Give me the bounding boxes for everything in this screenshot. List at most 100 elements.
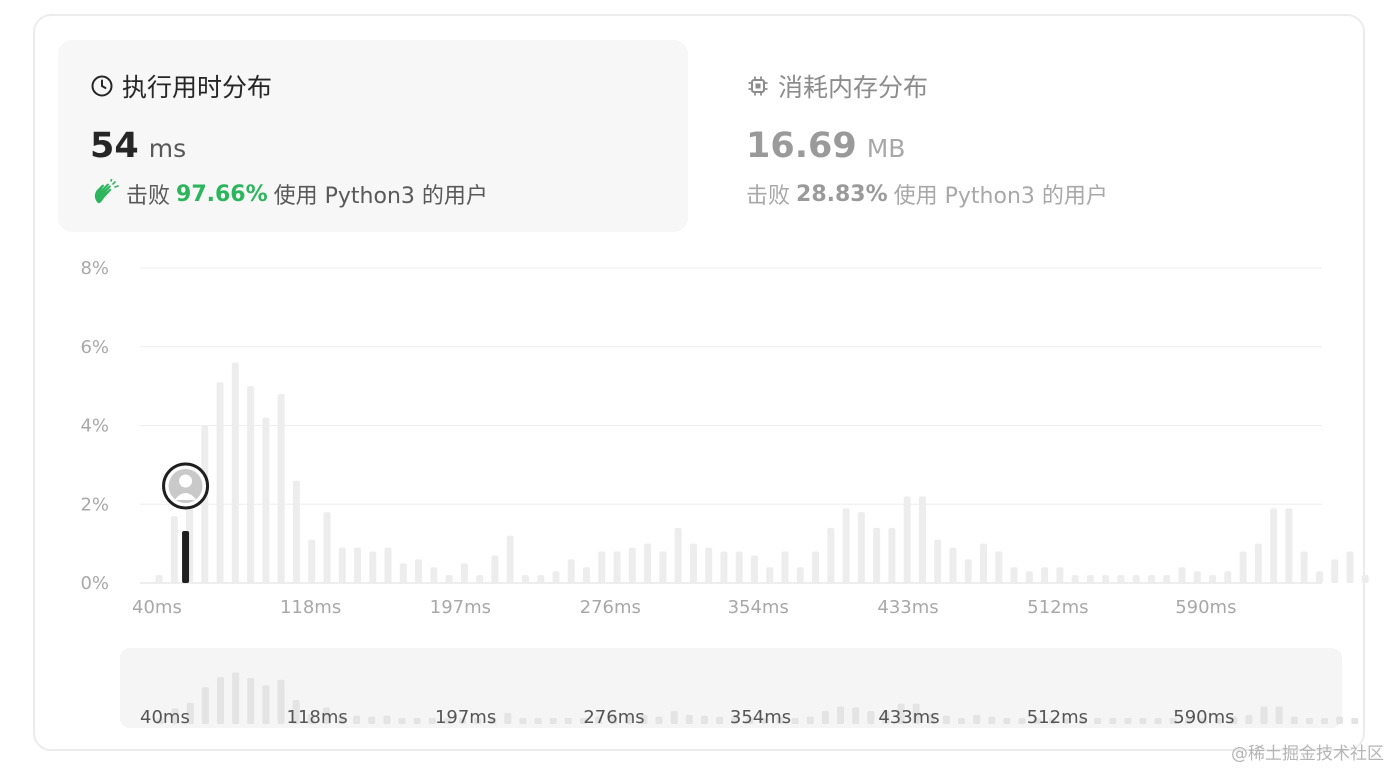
histogram-bar[interactable] xyxy=(628,547,636,583)
brush-bar xyxy=(1245,714,1253,724)
histogram-bar[interactable] xyxy=(415,559,423,583)
avatar-icon[interactable] xyxy=(162,462,210,510)
y-tick-label: 2% xyxy=(80,494,109,515)
histogram-bar[interactable] xyxy=(1071,575,1079,583)
histogram-bar[interactable] xyxy=(399,563,407,583)
histogram-bar[interactable] xyxy=(170,516,178,583)
histogram-bar[interactable] xyxy=(1331,559,1339,583)
histogram-bar[interactable] xyxy=(1270,508,1278,583)
histogram-bar[interactable] xyxy=(842,508,850,583)
brush-bar xyxy=(1018,718,1026,724)
histogram-bar[interactable] xyxy=(537,575,545,583)
histogram-bar[interactable] xyxy=(216,382,224,583)
brush-bar xyxy=(1154,718,1162,724)
histogram-bar[interactable] xyxy=(201,425,209,584)
x-axis-labels: 40ms 118ms 197ms 276ms 354ms 433ms 512ms 590ms xyxy=(132,597,1236,618)
histogram-bar[interactable] xyxy=(750,555,758,583)
histogram-bar[interactable] xyxy=(552,571,560,583)
histogram-bar[interactable] xyxy=(460,563,468,583)
histogram-bar[interactable] xyxy=(1193,571,1201,583)
histogram-bar[interactable] xyxy=(888,527,896,583)
histogram-bar[interactable] xyxy=(827,527,835,583)
histogram-bar[interactable] xyxy=(766,567,774,583)
histogram-bar[interactable] xyxy=(613,551,621,584)
histogram-bar[interactable] xyxy=(384,547,392,583)
histogram-bar[interactable] xyxy=(1102,575,1110,583)
histogram-bar[interactable] xyxy=(1163,575,1171,583)
histogram-bar[interactable] xyxy=(308,539,316,583)
histogram-bar[interactable] xyxy=(338,547,346,583)
histogram-bar[interactable] xyxy=(1041,567,1049,583)
histogram-bar[interactable] xyxy=(231,362,239,584)
histogram-bar[interactable] xyxy=(705,547,713,583)
brush-bar xyxy=(413,718,421,724)
histogram-bar[interactable] xyxy=(476,575,484,583)
histogram-bar[interactable] xyxy=(796,567,804,583)
histogram-bar[interactable] xyxy=(995,551,1003,584)
histogram-bar[interactable] xyxy=(1132,575,1140,583)
histogram-bar[interactable] xyxy=(1209,575,1217,583)
histogram-bar[interactable] xyxy=(277,394,285,583)
brush-bar xyxy=(716,716,724,724)
y-tick-label: 6% xyxy=(80,337,109,358)
histogram-bar[interactable] xyxy=(598,551,606,584)
histogram-bar[interactable] xyxy=(353,547,361,583)
brush-bar xyxy=(867,711,875,724)
histogram-bar[interactable] xyxy=(949,547,957,583)
histogram-bar[interactable] xyxy=(918,496,926,583)
histogram-bar[interactable] xyxy=(1285,508,1293,583)
histogram-bar[interactable] xyxy=(1010,567,1018,583)
y-tick-label: 8% xyxy=(80,258,109,279)
user-position-bar xyxy=(182,531,190,583)
histogram-bar[interactable] xyxy=(689,543,697,583)
histogram-bar[interactable] xyxy=(430,567,438,583)
histogram-bar[interactable] xyxy=(521,575,529,583)
histogram-bar[interactable] xyxy=(506,535,514,583)
histogram-bar[interactable] xyxy=(1315,571,1323,583)
y-tick-label: 4% xyxy=(80,416,109,437)
histogram-bar[interactable] xyxy=(292,480,300,583)
histogram-bar[interactable] xyxy=(1346,551,1354,584)
histogram-bar[interactable] xyxy=(1239,551,1247,584)
brush-bar xyxy=(700,715,708,724)
histogram-bar[interactable] xyxy=(644,543,652,583)
histogram-bar[interactable] xyxy=(1086,575,1094,583)
histogram-bar[interactable] xyxy=(980,543,988,583)
histogram-bar[interactable] xyxy=(659,551,667,584)
histogram-bar[interactable] xyxy=(903,496,911,583)
histogram-bar[interactable] xyxy=(1300,551,1308,584)
histogram-bar[interactable] xyxy=(567,559,575,583)
histogram-bar[interactable] xyxy=(1254,543,1262,583)
brush-bar xyxy=(383,715,391,724)
brush-bar xyxy=(1094,718,1102,724)
histogram-bar[interactable] xyxy=(262,417,270,583)
brush-tick-label: 433ms xyxy=(878,707,939,728)
brush-tick-label: 40ms xyxy=(140,707,190,728)
histogram-bar[interactable] xyxy=(735,551,743,584)
histogram-bar[interactable] xyxy=(247,386,255,583)
histogram-bar[interactable] xyxy=(1224,571,1232,583)
histogram-bar[interactable] xyxy=(1361,575,1369,583)
runtime-distribution-chart: 0% 2% 4% 6% 8% 40ms 118ms 197ms 276ms 354ms 433ms… xyxy=(80,258,1369,728)
histogram-bar[interactable] xyxy=(155,575,163,583)
histogram-bar[interactable] xyxy=(873,527,881,583)
histogram-bar[interactable] xyxy=(1117,575,1125,583)
histogram-bar[interactable] xyxy=(1147,575,1155,583)
histogram-bar[interactable] xyxy=(812,551,820,584)
histogram-bar[interactable] xyxy=(491,555,499,583)
histogram-bar[interactable] xyxy=(323,512,331,583)
histogram-bar[interactable] xyxy=(1056,567,1064,583)
brush-bar xyxy=(398,718,406,724)
brush-bar xyxy=(1351,718,1359,724)
histogram-bar[interactable] xyxy=(1025,571,1033,583)
histogram-bar[interactable] xyxy=(857,512,865,583)
histogram-bar[interactable] xyxy=(934,539,942,583)
histogram-bar[interactable] xyxy=(781,551,789,584)
histogram-bar[interactable] xyxy=(674,527,682,583)
histogram-bar[interactable] xyxy=(1178,567,1186,583)
histogram-bar[interactable] xyxy=(445,575,453,583)
histogram-bar[interactable] xyxy=(369,551,377,584)
histogram-bar[interactable] xyxy=(720,551,728,584)
histogram-bar[interactable] xyxy=(583,567,591,583)
histogram-bar[interactable] xyxy=(964,559,972,583)
